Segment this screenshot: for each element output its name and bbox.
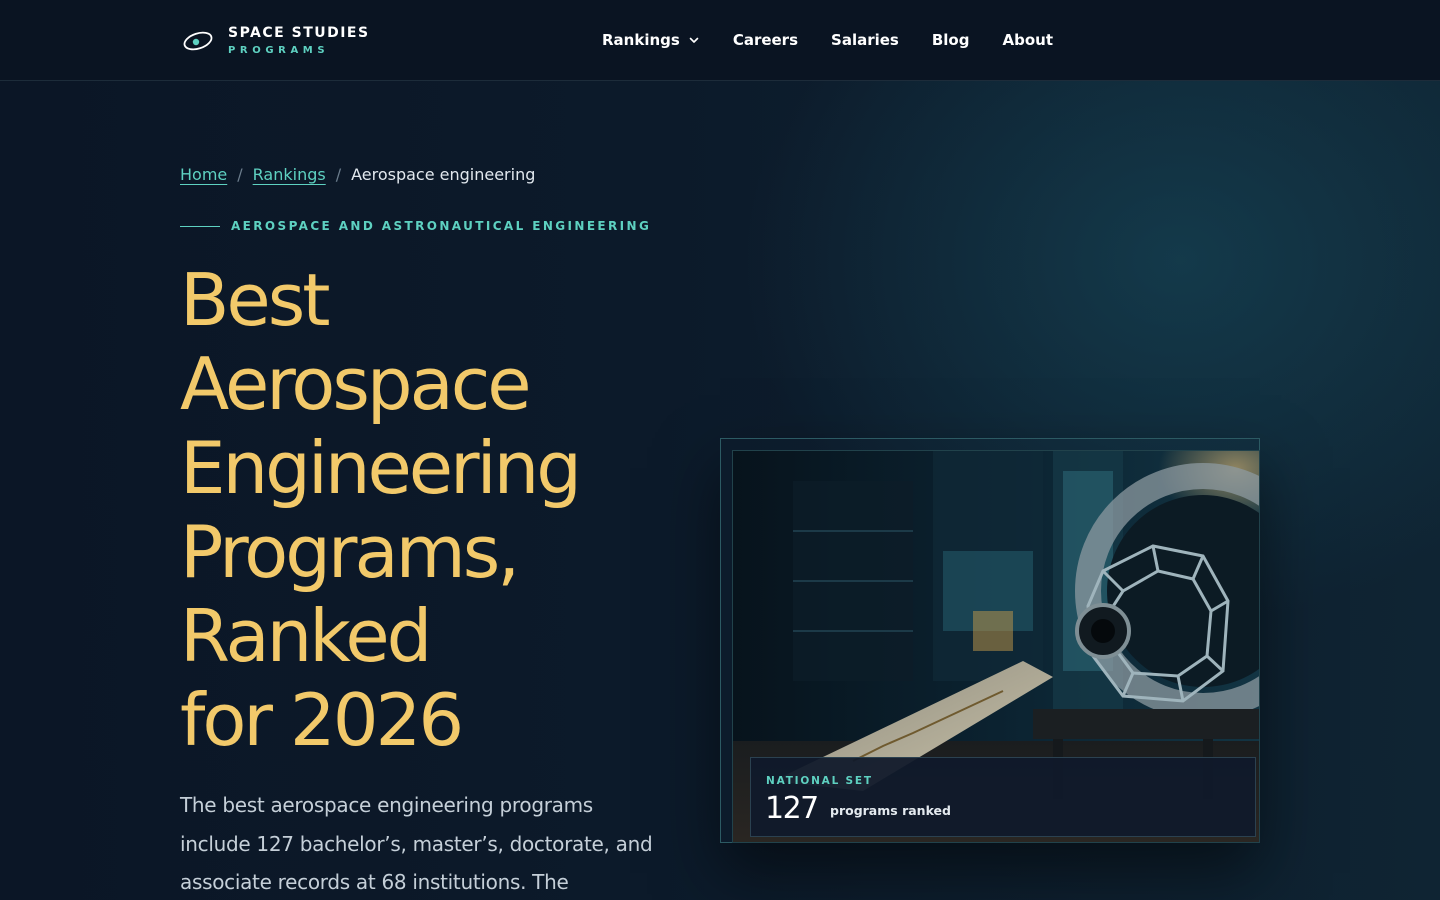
eyebrow-text: AEROSPACE AND ASTRONAUTICAL ENGINEERING bbox=[231, 219, 652, 233]
stat-caption: programs ranked bbox=[830, 803, 951, 818]
breadcrumb: Home / Rankings / Aerospace engineering bbox=[180, 165, 535, 184]
brand-subtitle: PROGRAMS bbox=[228, 45, 330, 56]
breadcrumb-separator: / bbox=[335, 165, 342, 184]
spacecraft-lab-photo: NATIONAL SET 127 programs ranked bbox=[732, 450, 1260, 843]
nav-item-label: Rankings bbox=[602, 31, 680, 49]
nav-item-about[interactable]: About bbox=[1002, 31, 1053, 49]
brand-logo-link[interactable]: SPACE STUDIES PROGRAMS bbox=[181, 24, 370, 58]
stat-value: 127 bbox=[765, 791, 819, 826]
page-title-line: Aerospace bbox=[180, 342, 532, 426]
breadcrumb-rankings-link[interactable]: Rankings bbox=[253, 165, 326, 184]
nav-item-salaries[interactable]: Salaries bbox=[831, 31, 899, 49]
page-title-line: Programs, bbox=[180, 510, 520, 594]
stat-panel: NATIONAL SET 127 programs ranked bbox=[750, 757, 1256, 837]
chevron-down-icon bbox=[689, 37, 699, 43]
nav-item-blog[interactable]: Blog bbox=[932, 31, 970, 49]
orbit-eye-icon bbox=[183, 31, 213, 51]
site-header: SPACE STUDIES PROGRAMS Rankings Careers … bbox=[0, 0, 1440, 81]
brand-title: SPACE STUDIES bbox=[228, 25, 370, 41]
intro-paragraph: The best aerospace engineering programs … bbox=[180, 793, 653, 894]
nav-item-careers[interactable]: Careers bbox=[733, 31, 798, 49]
page-title-line: Engineering bbox=[180, 426, 582, 510]
page-title: Best Aerospace Engineering Programs, Ran… bbox=[180, 258, 680, 762]
page-title-line: for 2026 bbox=[180, 678, 464, 762]
stat-label: NATIONAL SET bbox=[766, 775, 873, 787]
breadcrumb-separator: / bbox=[237, 165, 243, 184]
page-title-line: Ranked bbox=[180, 594, 432, 678]
breadcrumb-current: Aerospace engineering bbox=[351, 165, 536, 184]
section-eyebrow: AEROSPACE AND ASTRONAUTICAL ENGINEERING bbox=[180, 219, 651, 233]
main-nav: Rankings Careers Salaries Blog About bbox=[602, 29, 1053, 51]
hero-image-card: NATIONAL SET 127 programs ranked bbox=[720, 438, 1260, 843]
page-title-line: Best bbox=[180, 258, 330, 342]
nav-item-rankings[interactable]: Rankings bbox=[602, 31, 700, 49]
breadcrumb-home-link[interactable]: Home bbox=[180, 165, 227, 184]
eyebrow-divider bbox=[180, 225, 220, 227]
